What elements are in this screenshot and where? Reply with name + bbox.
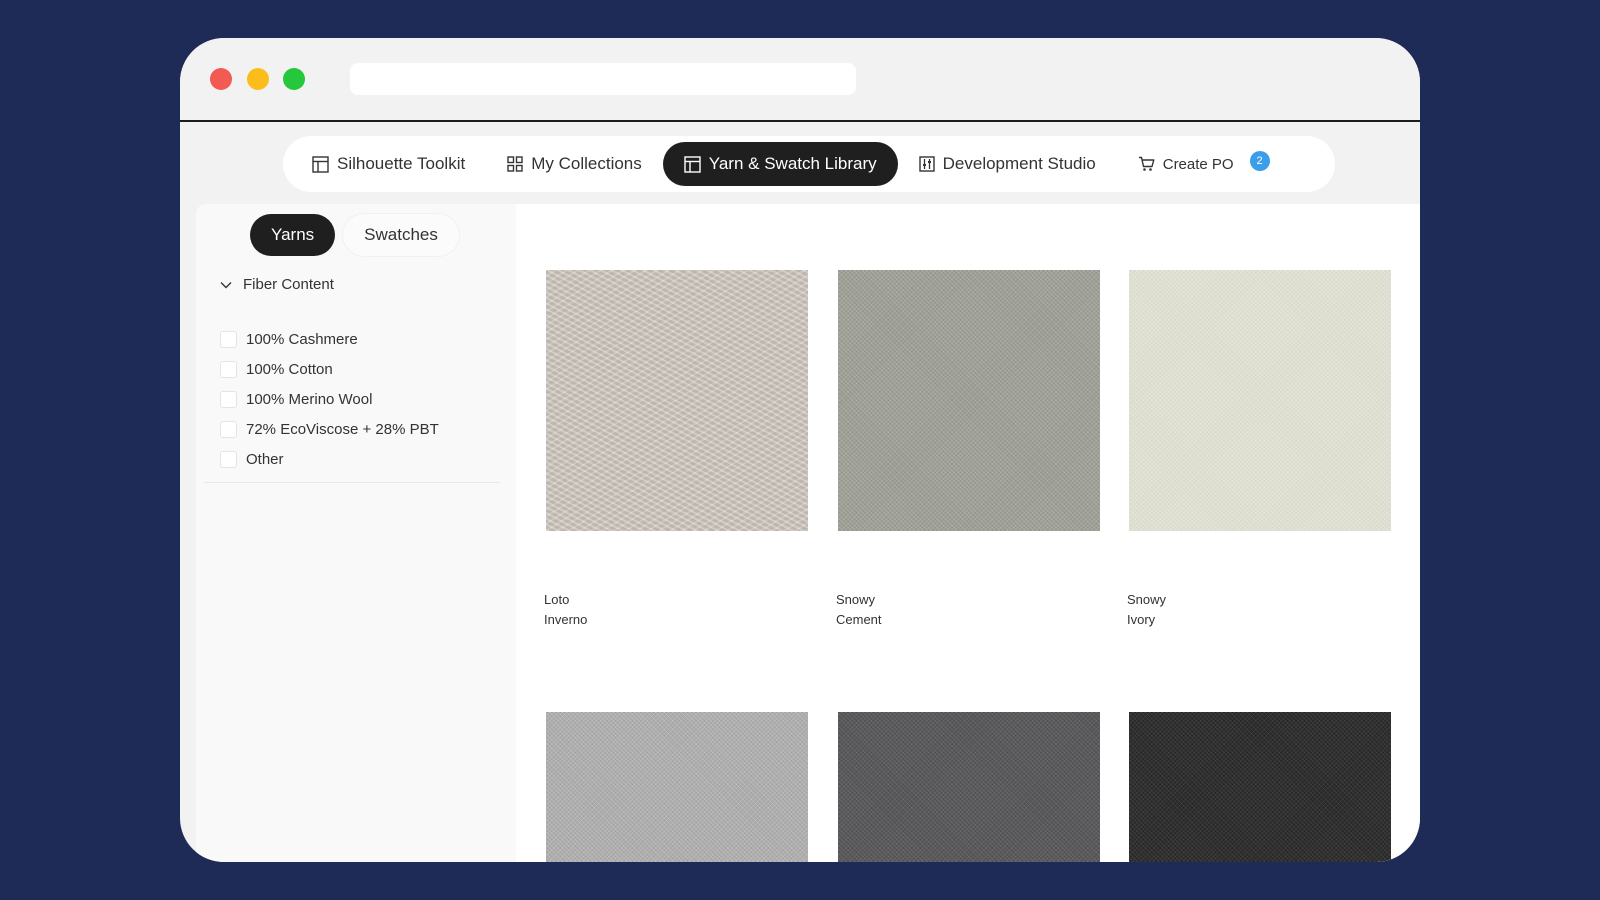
- chevron-down-icon: [220, 281, 232, 289]
- nav-my-collections[interactable]: My Collections: [486, 142, 663, 186]
- checkbox[interactable]: [220, 330, 237, 348]
- product-image[interactable]: [838, 270, 1100, 531]
- product-image[interactable]: [838, 712, 1100, 862]
- filter-option-cashmere[interactable]: 100% Cashmere: [220, 324, 439, 354]
- product-image[interactable]: [546, 270, 808, 531]
- nav-label: Create PO: [1162, 155, 1234, 173]
- browser-window: Silhouette Toolkit My Collections Yarn &…: [180, 38, 1420, 862]
- checkbox[interactable]: [220, 390, 237, 408]
- option-label: 100% Cotton: [246, 360, 333, 378]
- checkbox[interactable]: [220, 360, 237, 378]
- grid-icon: [507, 156, 523, 172]
- option-label: 100% Merino Wool: [246, 390, 373, 408]
- tab-swatches[interactable]: Swatches: [343, 214, 459, 256]
- title-bar: [180, 38, 1420, 122]
- option-label: 72% EcoViscose + 28% PBT: [246, 420, 439, 438]
- minimize-window-button[interactable]: [247, 68, 269, 90]
- sliders-icon: [918, 156, 935, 172]
- filter-option-other[interactable]: Other: [220, 444, 439, 474]
- product-card[interactable]: [546, 712, 808, 862]
- filter-option-ecoviscose-pbt[interactable]: 72% EcoViscose + 28% PBT: [220, 414, 439, 444]
- nav-label: Yarn & Swatch Library: [708, 154, 877, 173]
- product-name: Loto Inverno: [544, 592, 588, 627]
- nav-yarn-swatch-library[interactable]: Yarn & Swatch Library: [662, 142, 898, 186]
- product-name: Snowy Ivory: [1127, 592, 1167, 627]
- fiber-content-filter-toggle[interactable]: Fiber Content: [220, 276, 334, 293]
- filter-title: Fiber Content: [243, 276, 334, 293]
- product-card[interactable]: Snowy Ivory: [1127, 270, 1391, 627]
- product-grid: Loto Inverno Snowy Cement Snowy Ivory: [516, 204, 1420, 862]
- fiber-content-options: 100% Cashmere 100% Cotton 100% Merino Wo…: [220, 324, 439, 474]
- product-card[interactable]: [838, 712, 1100, 862]
- nav-label: Development Studio: [942, 154, 1096, 173]
- filter-sidebar: Yarns Swatches Fiber Content 100% Cashme…: [196, 204, 516, 862]
- product-image[interactable]: [546, 712, 808, 862]
- filter-option-cotton[interactable]: 100% Cotton: [220, 354, 439, 384]
- filter-option-merino-wool[interactable]: 100% Merino Wool: [220, 384, 439, 414]
- close-window-button[interactable]: [210, 68, 232, 90]
- product-image[interactable]: [1129, 712, 1391, 862]
- checkbox[interactable]: [220, 420, 237, 438]
- layout-icon: [684, 155, 701, 173]
- option-label: Other: [246, 450, 284, 468]
- nav-label: My Collections: [531, 154, 642, 173]
- nav-label: Silhouette Toolkit: [337, 154, 466, 173]
- address-bar[interactable]: [350, 63, 856, 95]
- nav-create-po[interactable]: Create PO 2: [1117, 142, 1291, 186]
- nav-silhouette-toolkit[interactable]: Silhouette Toolkit: [291, 142, 486, 186]
- product-card[interactable]: [1129, 712, 1391, 862]
- checkbox[interactable]: [220, 450, 237, 468]
- divider: [204, 482, 500, 483]
- product-card[interactable]: Loto Inverno: [544, 270, 808, 627]
- cart-count-badge: 2: [1249, 151, 1270, 171]
- main-navigation: Silhouette Toolkit My Collections Yarn &…: [283, 136, 1335, 192]
- library-type-toggle: Yarns Swatches: [250, 214, 467, 256]
- cart-icon: [1138, 156, 1155, 172]
- option-label: 100% Cashmere: [246, 330, 358, 348]
- layout-icon: [312, 155, 329, 173]
- maximize-window-button[interactable]: [283, 68, 305, 90]
- tab-yarns[interactable]: Yarns: [250, 214, 336, 256]
- product-card[interactable]: Snowy Cement: [836, 270, 1100, 627]
- nav-development-studio[interactable]: Development Studio: [898, 142, 1117, 186]
- product-image[interactable]: [1129, 270, 1391, 531]
- product-name: Snowy Cement: [836, 592, 882, 627]
